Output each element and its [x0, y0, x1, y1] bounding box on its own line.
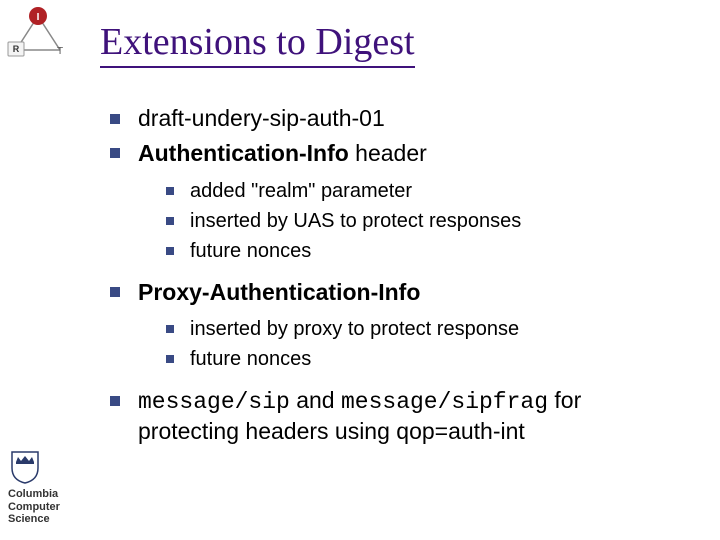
sub-future-nonces-b: future nonces — [166, 346, 680, 372]
bullet-message-sipfrag: message/sip and message/sipfrag for prot… — [110, 386, 680, 446]
columbia-cs-logo: Columbia Computer Science — [8, 448, 72, 526]
slide-title: Extensions to Digest — [100, 20, 415, 68]
footer-line3: Science — [8, 513, 72, 526]
footer-line1: Columbia — [8, 488, 72, 501]
irt-triangle-icon: I R T — [6, 6, 70, 64]
sub-added-realm: added "realm" parameter — [166, 178, 680, 204]
svg-text:T: T — [57, 46, 63, 57]
bullet-proxy-auth-info: Proxy-Authentication-Info inserted by pr… — [110, 278, 680, 373]
sub-future-nonces-a: future nonces — [166, 238, 680, 264]
mono-message-sipfrag: message/sipfrag — [341, 389, 548, 415]
slide-body: draft-undery-sip-auth-01 Authentication-… — [110, 104, 680, 452]
svg-text:I: I — [37, 12, 40, 23]
auth-info-header-name: Authentication-Info — [138, 140, 349, 166]
slide: I R T Extensions to Digest draft-undery-… — [0, 0, 720, 540]
mono-message-sip: message/sip — [138, 389, 290, 415]
sub-inserted-proxy: inserted by proxy to protect response — [166, 316, 680, 342]
proxy-auth-info-header-name: Proxy-Authentication-Info — [138, 279, 420, 305]
footer-line2: Computer — [8, 501, 72, 514]
crown-shield-icon — [8, 448, 42, 484]
svg-text:R: R — [13, 44, 20, 54]
txt-and: and — [290, 387, 341, 413]
auth-info-suffix: header — [349, 140, 427, 166]
bullet-draft: draft-undery-sip-auth-01 — [110, 104, 680, 133]
sub-inserted-uas: inserted by UAS to protect responses — [166, 208, 680, 234]
bullet-auth-info: Authentication-Info header added "realm"… — [110, 139, 680, 264]
